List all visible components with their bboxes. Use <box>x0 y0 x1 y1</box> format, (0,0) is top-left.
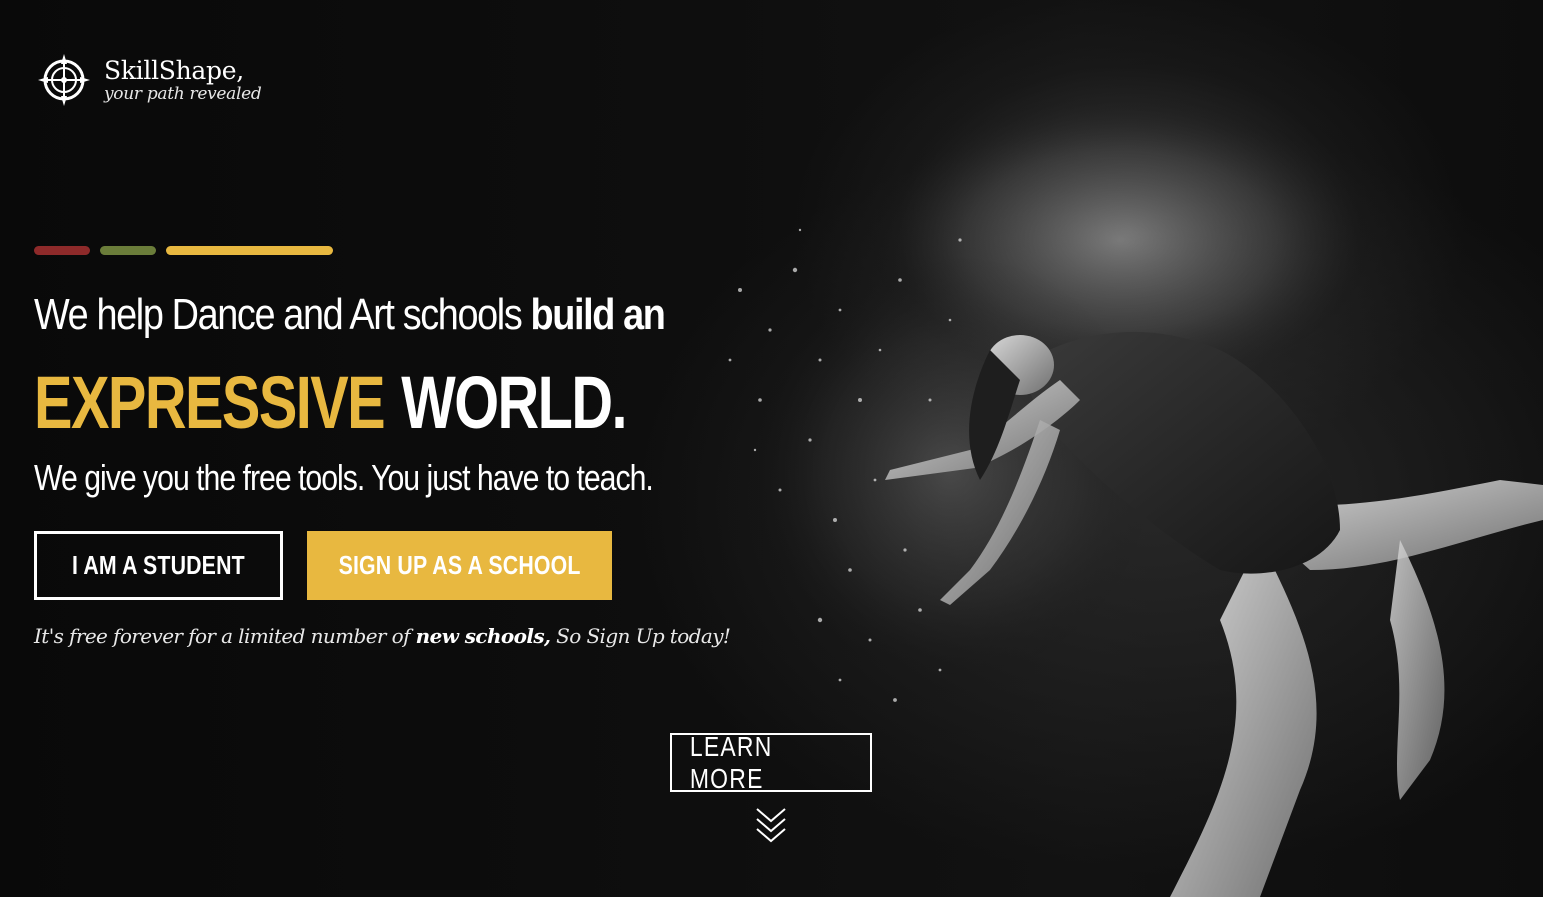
big-title-accent: EXPRESSIVE <box>34 361 386 444</box>
school-signup-button-label: SIGN UP AS A SCHOOL <box>338 550 581 580</box>
headline-regular: We help Dance and Art schools <box>34 290 531 339</box>
brand-tagline: your path revealed <box>104 83 262 104</box>
brand-text: SkillShape, your path revealed <box>104 58 262 103</box>
hero-headline: We help Dance and Art schools build an <box>34 290 666 340</box>
hero-big-title: EXPRESSIVE WORLD. <box>34 360 628 445</box>
school-signup-button[interactable]: SIGN UP AS A SCHOOL <box>307 531 612 600</box>
brand-logo[interactable]: SkillShape, your path revealed <box>36 52 262 108</box>
free-offer-note: It's free forever for a limited number o… <box>34 624 731 648</box>
big-title-white: WORLD. <box>401 361 627 444</box>
brand-name: SkillShape, <box>104 55 244 85</box>
note-text-start: It's free forever for a limited number o… <box>34 624 416 648</box>
compass-icon <box>38 54 90 106</box>
double-chevron-down-icon[interactable] <box>754 805 788 845</box>
accent-bar-yellow <box>166 246 333 255</box>
hero-section: SkillShape, your path revealed We help D… <box>0 0 1543 897</box>
headline-bold: build an <box>530 290 666 339</box>
hero-subline: We give you the free tools. You just hav… <box>34 457 654 498</box>
learn-more-label: LEARN MORE <box>689 730 773 794</box>
accent-bar-green <box>100 246 156 255</box>
accent-bar-red <box>34 246 90 255</box>
note-text-end: So Sign Up today! <box>550 624 731 648</box>
learn-more-button[interactable]: LEARN MORE <box>670 730 872 794</box>
note-text-bold: new schools, <box>415 624 551 648</box>
student-button-label: I AM A STUDENT <box>72 550 245 580</box>
student-button[interactable]: I AM A STUDENT <box>34 531 283 600</box>
